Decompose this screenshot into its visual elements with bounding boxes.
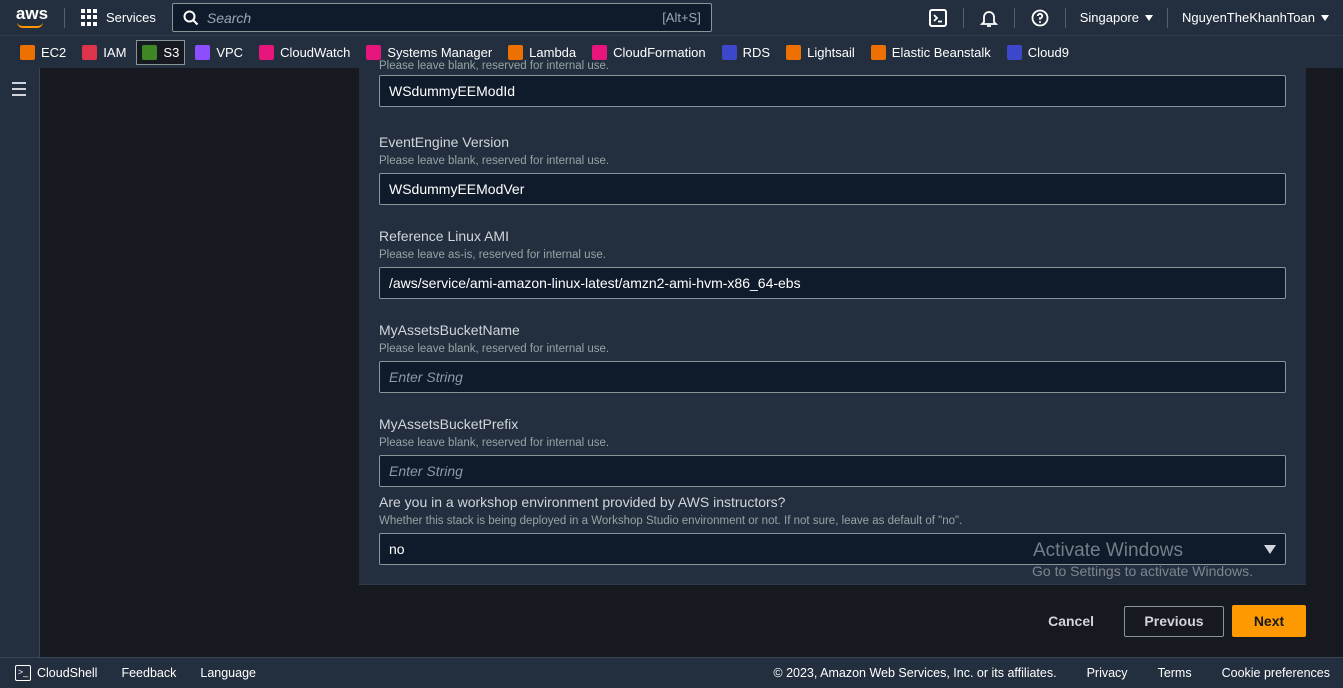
next-button[interactable]: Next: [1232, 605, 1306, 637]
grid-icon: [81, 9, 98, 26]
field-label: Reference Linux AMI: [379, 228, 509, 244]
services-menu-button[interactable]: Services: [65, 0, 172, 35]
menu-icon[interactable]: [12, 82, 26, 100]
caret-down-icon: [1321, 14, 1329, 21]
favorite-label: RDS: [742, 44, 771, 60]
favorite-label: Lightsail: [807, 44, 855, 60]
favorite-ec2[interactable]: EC2: [14, 40, 72, 65]
field-eventengine-version: EventEngine Version Please leave blank, …: [379, 134, 1286, 205]
footer-cloudshell-link[interactable]: >_ CloudShell: [0, 665, 97, 681]
field-description: Please leave blank, reserved for interna…: [379, 60, 610, 72]
favorite-label: S3: [163, 44, 180, 60]
footer: >_ CloudShell Feedback Language © 2023, …: [0, 657, 1343, 688]
s3-service-icon: [142, 44, 158, 60]
footer-cookie-preferences-link[interactable]: Cookie preferences: [1222, 666, 1330, 680]
favorite-label: IAM: [103, 44, 127, 60]
field-label: MyAssetsBucketPrefix: [379, 416, 519, 432]
favorite-label: Cloud9: [1027, 44, 1069, 60]
favorite-vpc[interactable]: VPC: [189, 40, 249, 65]
favorite-label: CloudFormation: [613, 44, 706, 60]
footer-language-link[interactable]: Language: [176, 666, 256, 680]
my-assets-bucket-prefix-input[interactable]: Enter String: [379, 455, 1286, 487]
account-menu[interactable]: NguyenTheKhanhToan: [1168, 0, 1343, 35]
parameters-panel: Please leave blank, reserved for interna…: [359, 60, 1306, 585]
main-content: Please leave blank, reserved for interna…: [40, 60, 1343, 657]
favorite-label: Elastic Beanstalk: [891, 44, 991, 60]
elastic-beanstalk-service-icon: [870, 44, 886, 60]
cloudformation-service-icon: [592, 44, 608, 60]
field-description: Please leave blank, reserved for interna…: [379, 437, 610, 449]
favorite-label: VPC: [216, 44, 244, 60]
field-description: Please leave blank, reserved for interna…: [379, 343, 610, 355]
workshop-environment-select[interactable]: no: [379, 533, 1286, 565]
search-placeholder: Search: [206, 9, 252, 26]
side-navigation-rail: [0, 68, 40, 657]
top-navigation: aws Services Search [Alt+S] Singapore Ng…: [0, 0, 1343, 35]
field-eventengine-module-id: Please leave blank, reserved for interna…: [379, 60, 1286, 107]
footer-copyright: © 2023, Amazon Web Services, Inc. or its…: [773, 666, 1057, 680]
favorite-label: EC2: [41, 44, 67, 60]
footer-feedback-link[interactable]: Feedback: [97, 666, 176, 680]
account-name: NguyenTheKhanhToan: [1182, 10, 1315, 25]
my-assets-bucket-name-input[interactable]: Enter String: [379, 361, 1286, 393]
terminal-icon: [928, 8, 947, 27]
search-input[interactable]: Search [Alt+S]: [171, 3, 712, 32]
help-icon: [1031, 9, 1049, 26]
vpc-service-icon: [195, 44, 211, 60]
search-shortcut: [Alt+S]: [662, 10, 701, 25]
favorite-label: CloudWatch: [280, 44, 351, 60]
footer-cloudshell-label: CloudShell: [37, 666, 98, 680]
notifications-button[interactable]: [964, 0, 1014, 35]
bell-icon: [979, 10, 998, 27]
lightsail-service-icon: [786, 44, 802, 60]
systems-manager-service-icon: [366, 44, 382, 60]
field-description: Whether this stack is being deployed in …: [379, 515, 963, 527]
logo-text: aws: [15, 3, 49, 23]
field-my-assets-bucket-prefix: MyAssetsBucketPrefix Please leave blank,…: [379, 416, 1286, 487]
region-selector[interactable]: Singapore: [1066, 0, 1167, 35]
services-label: Services: [106, 10, 156, 25]
field-description: Please leave blank, reserved for interna…: [379, 155, 610, 167]
favorite-iam[interactable]: IAM: [76, 40, 132, 65]
footer-privacy-link[interactable]: Privacy: [1087, 666, 1128, 680]
lambda-service-icon: [508, 44, 524, 60]
cancel-button[interactable]: Cancel: [1026, 613, 1116, 629]
select-value: no: [389, 541, 405, 557]
field-my-assets-bucket-name: MyAssetsBucketName Please leave blank, r…: [379, 322, 1286, 393]
field-reference-linux-ami: Reference Linux AMI Please leave as-is, …: [379, 228, 1286, 299]
previous-button[interactable]: Previous: [1124, 605, 1224, 637]
caret-down-icon: [1264, 544, 1276, 554]
aws-logo[interactable]: aws: [0, 0, 64, 35]
favorite-label: Systems Manager: [387, 44, 493, 60]
favorite-s3[interactable]: S3: [136, 39, 186, 65]
help-button[interactable]: [1015, 0, 1065, 35]
field-label: EventEngine Version: [379, 134, 509, 150]
eventengine-module-id-input[interactable]: WSdummyEEModId: [379, 75, 1286, 107]
ec2-service-icon: [20, 44, 35, 60]
region-label: Singapore: [1079, 10, 1139, 25]
footer-terms-link[interactable]: Terms: [1158, 666, 1192, 680]
field-workshop-environment: Are you in a workshop environment provid…: [379, 494, 1286, 565]
rds-service-icon: [721, 44, 737, 60]
field-label: MyAssetsBucketName: [379, 322, 520, 338]
cloud9-service-icon: [1006, 44, 1022, 60]
wizard-actions: Cancel Previous Next: [1026, 605, 1306, 637]
field-description: Please leave as-is, reserved for interna…: [379, 249, 606, 261]
eventengine-version-input[interactable]: WSdummyEEModVer: [379, 173, 1286, 205]
caret-down-icon: [1145, 14, 1153, 21]
search-icon: [183, 10, 199, 25]
reference-linux-ami-input[interactable]: /aws/service/ami-amazon-linux-latest/amz…: [379, 267, 1286, 299]
cloudshell-button[interactable]: [913, 0, 963, 35]
cloudwatch-service-icon: [259, 44, 275, 60]
field-label: Are you in a workshop environment provid…: [379, 494, 786, 510]
iam-service-icon: [82, 44, 98, 60]
favorite-label: Lambda: [529, 44, 577, 60]
terminal-icon: >_: [15, 665, 31, 681]
favorite-cloudwatch[interactable]: CloudWatch: [253, 40, 356, 65]
